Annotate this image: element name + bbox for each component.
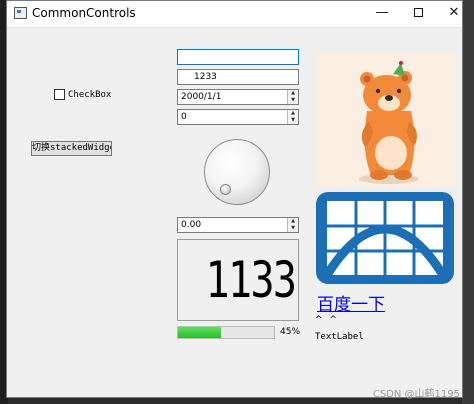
lcd-value: 1133 (205, 251, 297, 309)
watermark: CSDN @山鹤1195 (372, 389, 460, 400)
map-app-icon-image (315, 191, 455, 285)
line-edit[interactable] (177, 49, 299, 65)
maximize-icon (413, 8, 423, 17)
checkbox[interactable]: CheckBox (54, 89, 111, 100)
progress-bar (177, 326, 275, 339)
background-window-edge-right (462, 0, 474, 404)
minimize-button[interactable]: — (364, 1, 400, 25)
lcd-number: 1133 (177, 239, 299, 321)
main-window: CommonControls — ✕ CheckBox 切换stackedWid… (6, 0, 463, 398)
date-edit[interactable]: 2000/1/1 ▲ ▼ (177, 89, 299, 105)
maximize-button[interactable] (400, 1, 436, 25)
spin-box[interactable]: 0 ▲ ▼ (177, 109, 299, 125)
line-edit-2[interactable]: 1233 (177, 69, 299, 85)
dial[interactable] (204, 139, 270, 205)
dial-knob[interactable] (220, 184, 231, 195)
switch-stacked-widget-button[interactable]: 切换stackedWidget (31, 141, 112, 156)
caret-label: ^ ^ (315, 315, 339, 325)
window-icon (14, 7, 27, 19)
close-icon: ✕ (448, 5, 460, 20)
double-spin-box[interactable]: 0.00 ▲ ▼ (177, 217, 299, 233)
title-bar[interactable]: CommonControls — ✕ (7, 1, 462, 28)
progress-label: 45% (280, 327, 301, 337)
spin-box-buttons[interactable]: ▲ ▼ (287, 110, 298, 124)
date-spin-buttons[interactable]: ▲ ▼ (287, 90, 298, 104)
checkbox-box[interactable] (54, 89, 65, 100)
progress-fill (178, 327, 222, 338)
close-button[interactable]: ✕ (436, 1, 472, 25)
window-title: CommonControls (32, 6, 136, 20)
bear-image (315, 51, 455, 187)
double-spin-box-buttons[interactable]: ▲ ▼ (287, 218, 298, 232)
text-label: TextLabel (315, 332, 364, 342)
minimize-icon: — (375, 5, 389, 20)
checkbox-label: CheckBox (68, 89, 112, 100)
baidu-link[interactable]: 百度一下 (317, 290, 385, 315)
